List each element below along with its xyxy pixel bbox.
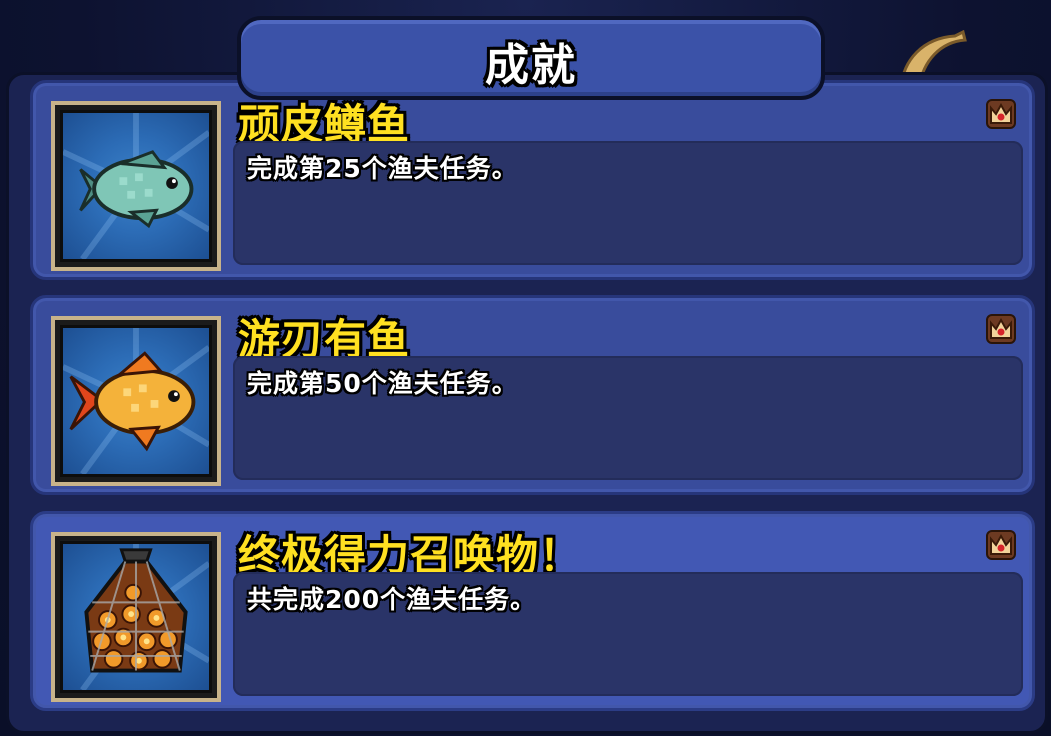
achievement-icon-frame [51,316,221,486]
crown-icon [986,314,1016,344]
achievement-description: 完成第25个渔夫任务。 [247,154,518,183]
achievement-description: 完成第50个渔夫任务。 [247,369,518,398]
title-tab: 成就 [237,16,825,100]
fish-net-icon [80,544,209,690]
golden-fish-icon [63,328,209,474]
achievement-description-box: 共完成200个渔夫任务。 [233,572,1023,696]
green-fish-icon [63,113,209,259]
crown-icon [986,99,1016,129]
page-title: 成就 [485,40,577,91]
achievement-description: 共完成200个渔夫任务。 [247,585,537,614]
achievement-entry-2[interactable]: 游刃有鱼 完成第50个渔夫任务。 [30,295,1035,495]
achievement-icon-frame [51,101,221,271]
crown-icon [986,530,1016,560]
achievement-description-box: 完成第50个渔夫任务。 [233,356,1023,480]
achievement-description-box: 完成第25个渔夫任务。 [233,141,1023,265]
achievement-icon-frame [51,532,221,702]
achievement-entry-3[interactable]: 终极得力召唤物！ 共完成200个渔夫任务。 [30,511,1035,711]
achievement-entry-1[interactable]: 顽皮鳟鱼 完成第25个渔夫任务。 [30,80,1035,280]
